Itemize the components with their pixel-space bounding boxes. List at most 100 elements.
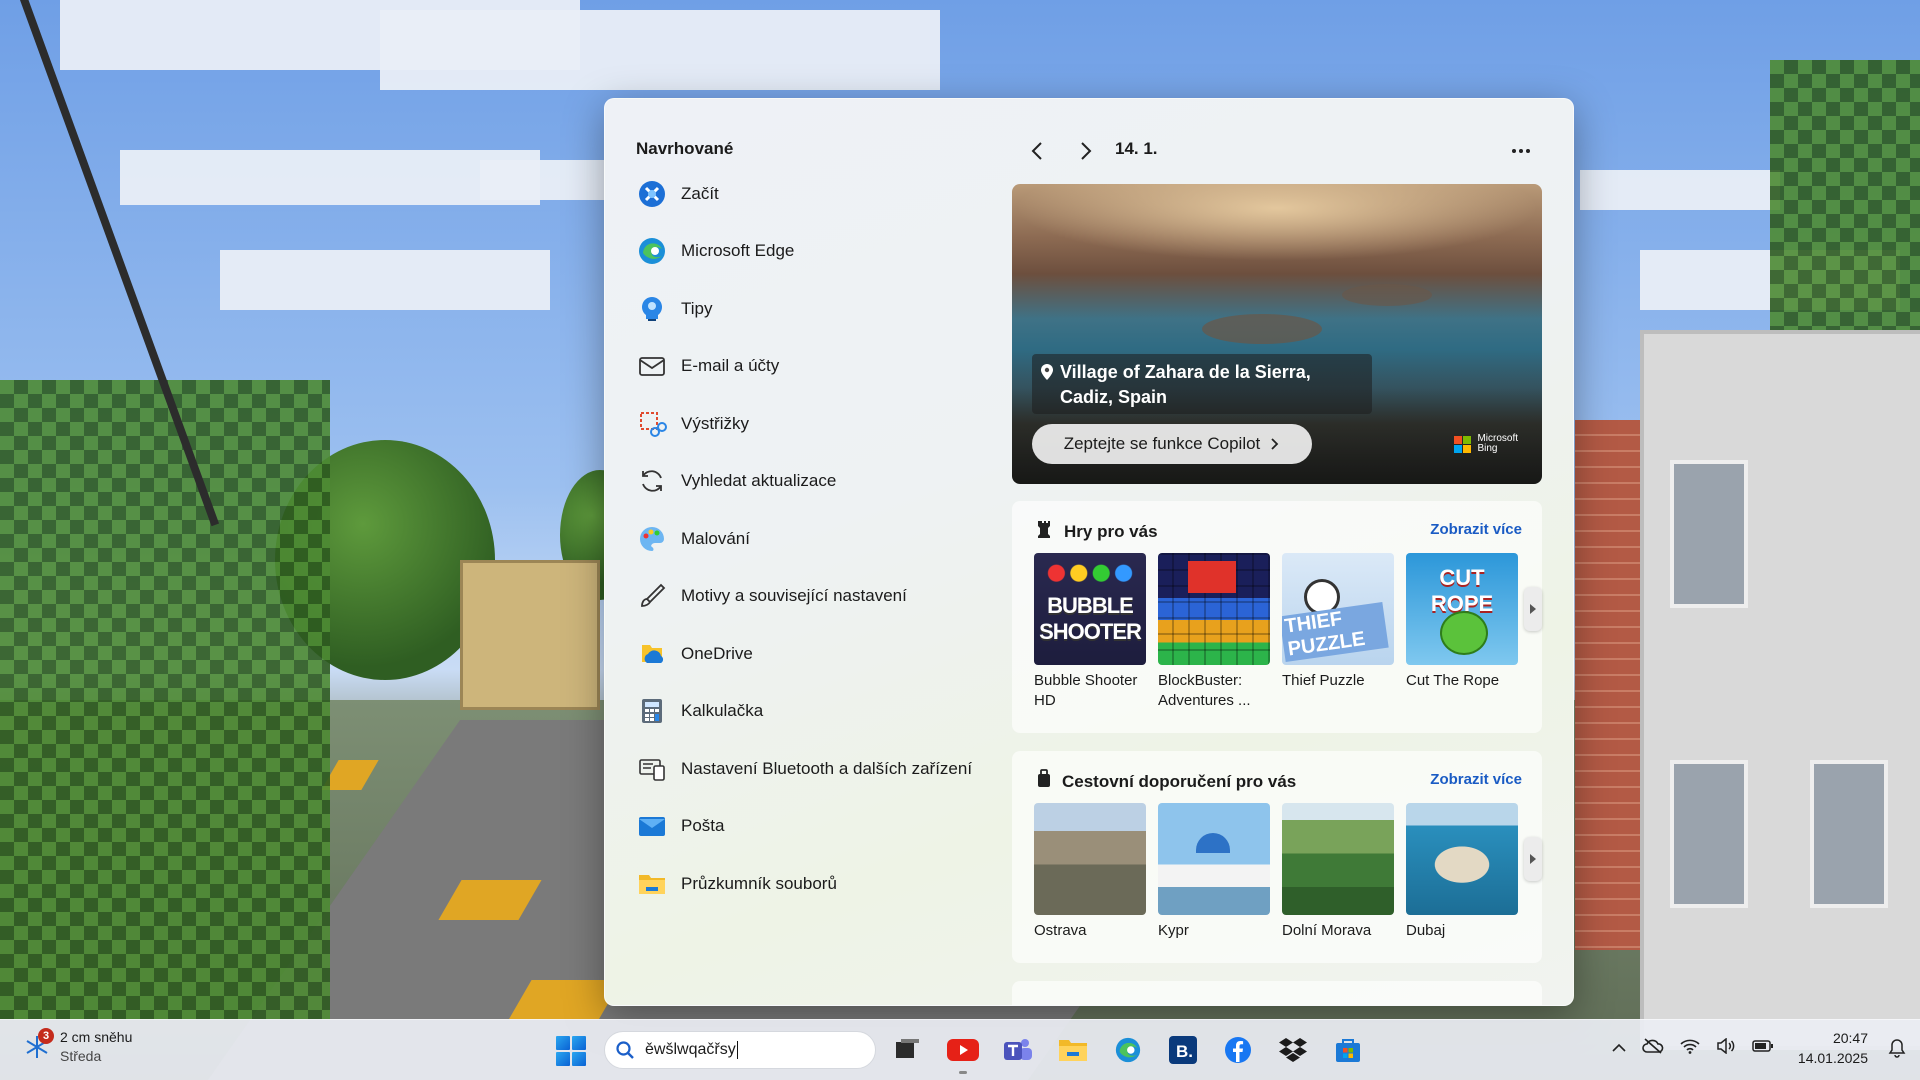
app-item-themes[interactable]: Motivy a související nastavení — [623, 568, 1003, 626]
weather-day: Středa — [60, 1047, 102, 1064]
app-label: Začít — [681, 183, 719, 203]
app-label: Pošta — [681, 816, 725, 836]
dropbox-icon — [1279, 1038, 1307, 1062]
game-thumbnail: THIEF PUZZLE — [1282, 553, 1394, 665]
date-label: 14. 1. — [1115, 139, 1158, 158]
travel-tile-label: Ostrava — [1034, 922, 1087, 939]
clock[interactable]: 20:47 14.01.2025 — [1798, 1029, 1868, 1068]
copilot-button-label: Zeptejte se funkce Copilot — [1063, 434, 1261, 453]
game-tile[interactable]: THIEF PUZZLE Thief Puzzle — [1282, 553, 1394, 710]
app-item-snipping-tool[interactable]: Výstřižky — [623, 395, 1003, 453]
suitcase-icon — [1036, 769, 1052, 794]
notification-bell-icon[interactable] — [1888, 1038, 1906, 1063]
mail-icon — [637, 811, 667, 841]
app-item-email-accounts[interactable]: E-mail a účty — [623, 338, 1003, 396]
clock-time: 20:47 — [1832, 1030, 1868, 1046]
booking-taskbar-button[interactable]: B. — [1165, 1030, 1201, 1070]
youtube-taskbar-button[interactable] — [945, 1030, 981, 1074]
next-day-button[interactable] — [1072, 137, 1100, 165]
travel-tile[interactable]: Dolní Morava — [1282, 803, 1394, 941]
featured-image-card[interactable]: Village of Zahara de la Sierra, Cadiz, S… — [1012, 184, 1542, 484]
app-item-bluetooth-settings[interactable]: Nastavení Bluetooth a dalších zařízení — [623, 740, 1003, 798]
weather-temperature: 2 cm sněhu — [60, 1029, 133, 1045]
app-item-paint[interactable]: Malování — [623, 510, 1003, 568]
app-label: Kalkulačka — [681, 701, 764, 721]
onedrive-icon — [637, 639, 667, 669]
cloud-offline-icon[interactable] — [1642, 1037, 1664, 1060]
game-tile-label: Cut The Rope — [1406, 672, 1500, 689]
folder-icon — [637, 869, 667, 899]
app-item-calculator[interactable]: Kalkulačka — [623, 683, 1003, 741]
wifi-icon[interactable] — [1680, 1038, 1700, 1059]
travel-thumbnail — [1282, 803, 1394, 915]
travel-tile-label: Dubaj — [1406, 922, 1446, 939]
app-item-mail[interactable]: Pošta — [623, 798, 1003, 856]
app-item-get-started[interactable]: Začít — [623, 165, 1003, 223]
game-tile[interactable]: BlockBuster: Adventures ... — [1158, 553, 1270, 710]
app-item-check-updates[interactable]: Vyhledat aktualizace — [623, 453, 1003, 511]
app-label: Tipy — [681, 298, 713, 318]
dropbox-taskbar-button[interactable] — [1275, 1030, 1311, 1070]
search-input-value[interactable]: ěwšlwqačřsy — [645, 1041, 738, 1059]
travel-card-title: Cestovní doporučení pro vás — [1062, 771, 1297, 791]
weather-widget[interactable]: 3 2 cm sněhu Středa — [22, 1027, 133, 1066]
edge-taskbar-button[interactable] — [1110, 1030, 1146, 1070]
app-label: Malování — [681, 528, 750, 548]
file-explorer-taskbar-button[interactable] — [1055, 1030, 1091, 1070]
app-item-file-explorer[interactable]: Průzkumník souborů — [623, 855, 1003, 913]
location-line-1: Village of Zahara de la Sierra, — [1060, 362, 1311, 382]
booking-icon: B. — [1169, 1036, 1197, 1064]
travel-tile[interactable]: Ostrava — [1034, 803, 1146, 941]
app-item-microsoft-edge[interactable]: Microsoft Edge — [623, 223, 1003, 281]
store-taskbar-button[interactable] — [1330, 1030, 1366, 1070]
suggested-section-title: Navrhované — [636, 139, 734, 158]
battery-icon[interactable] — [1752, 1039, 1774, 1058]
suggested-app-list: Začít Microsoft Edge Tipy E-mail a účty … — [623, 165, 1003, 913]
chevron-up-icon[interactable] — [1612, 1040, 1626, 1058]
travel-see-more-link[interactable]: Zobrazit více — [1430, 771, 1522, 788]
taskbar: 3 2 cm sněhu Středa ěwšlwqačřsy B. 20:47… — [0, 1019, 1920, 1080]
taskbar-search-box[interactable]: ěwšlwqačřsy — [604, 1031, 876, 1069]
paint-icon — [637, 524, 667, 554]
teams-icon — [1004, 1039, 1032, 1060]
get-started-icon — [637, 179, 667, 209]
refresh-icon — [637, 466, 667, 496]
edge-icon — [637, 236, 667, 266]
microsoft-logo-icon — [1454, 435, 1472, 453]
travel-tile[interactable]: Kypr — [1158, 803, 1270, 941]
ask-copilot-button[interactable]: Zeptejte se funkce Copilot — [1032, 424, 1312, 464]
facebook-taskbar-button[interactable] — [1220, 1030, 1256, 1070]
app-label: Nastavení Bluetooth a dalších zařízení — [681, 758, 973, 778]
more-options-button[interactable] — [1505, 137, 1537, 165]
tips-icon — [637, 294, 667, 324]
game-tile[interactable]: BUBBLE SHOOTER Bubble Shooter HD — [1034, 553, 1146, 710]
travel-thumbnail — [1034, 803, 1146, 915]
travel-tile[interactable]: Dubaj — [1406, 803, 1518, 941]
games-see-more-link[interactable]: Zobrazit více — [1430, 521, 1522, 538]
task-view-button[interactable] — [890, 1030, 926, 1070]
games-card-title: Hry pro vás — [1064, 521, 1158, 541]
snowflake-icon: 3 — [22, 1027, 54, 1062]
travel-scroll-right-button[interactable] — [1524, 837, 1542, 881]
store-icon — [1336, 1039, 1360, 1062]
volume-icon[interactable] — [1716, 1037, 1736, 1059]
app-item-tips[interactable]: Tipy — [623, 280, 1003, 338]
edge-icon — [1115, 1037, 1141, 1063]
location-caption[interactable]: Village of Zahara de la Sierra, Cadiz, S… — [1032, 354, 1372, 414]
brush-icon — [637, 581, 667, 611]
app-item-onedrive[interactable]: OneDrive — [623, 625, 1003, 683]
game-art-text: THIEF PUZZLE — [1282, 601, 1389, 663]
microsoft-bing-logo: Microsoft Bing — [1454, 434, 1518, 454]
start-button[interactable] — [556, 1036, 586, 1066]
task-view-icon — [896, 1039, 919, 1058]
bing-text-line-2: Bing — [1477, 443, 1498, 454]
teams-taskbar-button[interactable] — [1000, 1030, 1036, 1070]
devices-icon — [637, 754, 667, 784]
previous-day-button[interactable] — [1023, 137, 1051, 165]
chevron-left-icon — [1031, 142, 1042, 160]
games-scroll-right-button[interactable] — [1524, 587, 1542, 631]
caret-right-icon — [1530, 604, 1536, 614]
app-label: OneDrive — [681, 643, 753, 663]
game-tile[interactable]: CUT ROPE Cut The Rope — [1406, 553, 1518, 710]
travel-card: Cestovní doporučení pro vás Zobrazit víc… — [1012, 751, 1542, 963]
